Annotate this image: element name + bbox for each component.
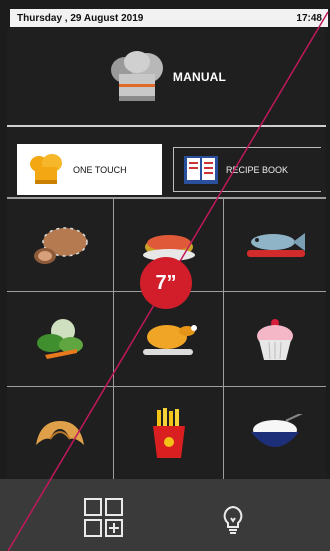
croissant-icon	[36, 420, 84, 445]
fries-icon	[152, 407, 185, 458]
mode-tabs: ONE TOUCH RECIPE BOOK	[7, 127, 326, 197]
fish-icon	[247, 233, 305, 257]
meat-roll-icon	[34, 227, 88, 264]
tab-one-touch[interactable]: ONE TOUCH	[17, 144, 162, 195]
program-vegetables[interactable]	[7, 292, 114, 387]
program-croissant[interactable]	[7, 387, 114, 481]
size-badge: 7”	[140, 257, 192, 309]
lightbulb-icon[interactable]	[220, 505, 246, 535]
tab-recipe-book[interactable]: RECIPE BOOK	[173, 147, 321, 192]
program-grid	[7, 197, 326, 481]
recipe-book-icon	[184, 155, 218, 184]
program-rice[interactable]	[224, 387, 326, 481]
manual-label: MANUAL	[172, 69, 227, 84]
manual-button[interactable]: MANUAL	[7, 28, 326, 125]
status-time: 17:48	[296, 12, 322, 24]
program-fish[interactable]	[224, 199, 326, 292]
status-bar: Thursday , 29 August 2019 17:48	[10, 9, 328, 27]
rice-bowl-icon	[251, 413, 303, 447]
roast-chicken-icon	[142, 325, 197, 355]
program-meat[interactable]	[7, 199, 114, 292]
vegetables-icon	[37, 319, 83, 359]
chef-hat-icon	[30, 153, 62, 184]
program-fries[interactable]	[114, 387, 224, 481]
status-date: Thursday , 29 August 2019	[17, 12, 144, 24]
tab-recipe-book-label: RECIPE BOOK	[226, 164, 289, 175]
chef-hat-icon	[110, 50, 163, 101]
program-cupcake[interactable]	[224, 292, 326, 387]
bottom-bar	[0, 479, 330, 551]
tab-one-touch-label: ONE TOUCH	[73, 164, 127, 175]
cupcake-icon	[257, 319, 293, 360]
apps-grid-icon[interactable]	[83, 497, 125, 539]
